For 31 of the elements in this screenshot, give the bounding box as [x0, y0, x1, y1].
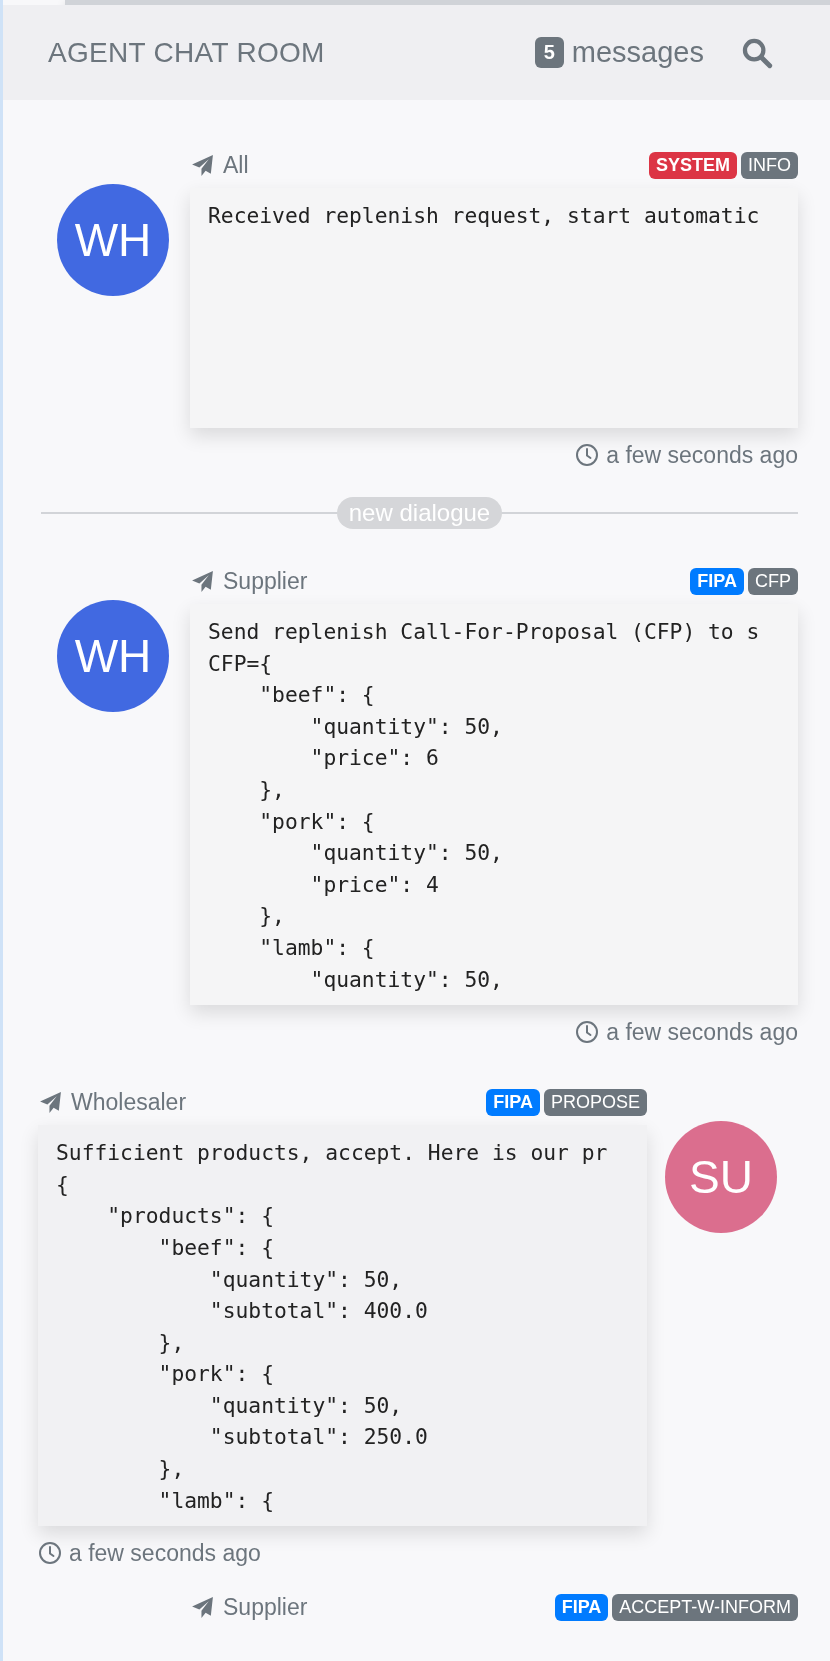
message-tag: FIPA: [554, 1593, 609, 1621]
avatar: WH: [57, 184, 169, 296]
recipient-name: Supplier: [223, 1593, 308, 1621]
message-bubble: Sufficient products, accept. Here is our pr { "products": { "beef": { "quantity": 50, "subtotal": 400.0 }, "pork": { "quantity": 50, "subtotal": 250.0 }, "lamb": {: [38, 1125, 647, 1527]
message-count: 5: [534, 37, 564, 68]
message-tag: FIPA: [690, 567, 744, 595]
message-tag: PROPOSE: [543, 1088, 647, 1116]
avatar: SU: [665, 1121, 777, 1234]
message-tag: SYSTEM: [649, 151, 737, 179]
paper-plane-icon: [190, 568, 215, 594]
paper-plane-icon: [38, 1089, 63, 1115]
clock-icon: [575, 1020, 600, 1045]
chat-title: AGENT CHAT ROOM: [48, 36, 325, 69]
recipient-name: Supplier: [223, 567, 308, 595]
avatar: WH: [57, 600, 169, 712]
timestamp: a few seconds ago: [69, 1539, 261, 1567]
recipient-name: All: [223, 151, 249, 179]
clock-icon: [575, 443, 600, 467]
paper-plane-icon: [190, 152, 215, 178]
recipient-name: Wholesaler: [71, 1088, 187, 1116]
message-tag: FIPA: [486, 1088, 540, 1116]
paper-plane-icon: [190, 1594, 215, 1620]
message-tag: CFP: [748, 567, 798, 595]
message-bubble: Send replenish Call-For-Proposal (CFP) to s CFP={ "beef": { "quantity": 50, "price": 6 }, "pork": { "quantity": 50, "price": 4 }, "lamb": { "quantity": 50,: [190, 604, 798, 1006]
timestamp: a few seconds ago: [606, 1018, 798, 1046]
message-count-label: messages: [571, 36, 704, 69]
message-tag: INFO: [741, 151, 798, 179]
message-tag: ACCEPT-W-INFORM: [612, 1593, 798, 1621]
clock-icon: [38, 1541, 62, 1566]
message-bubble: Received replenish request, start automatic: [190, 188, 798, 428]
timestamp: a few seconds ago: [606, 441, 798, 469]
